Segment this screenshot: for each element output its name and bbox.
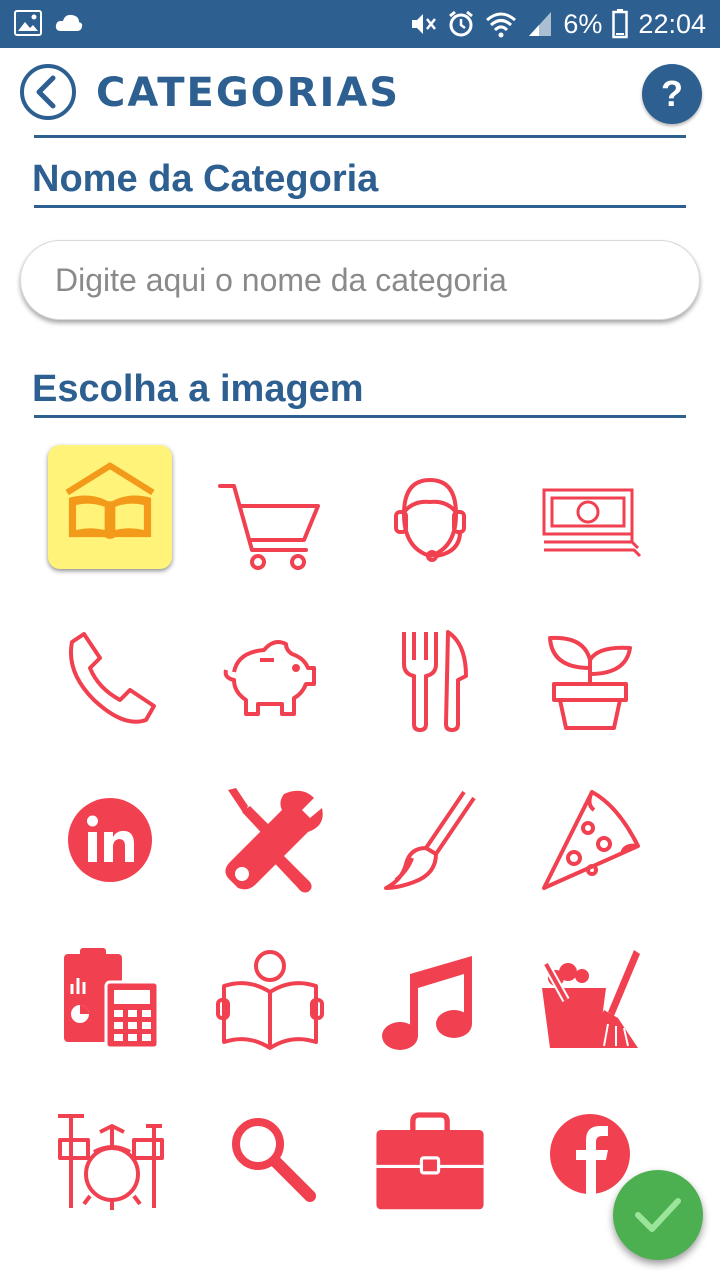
- header-divider: [34, 135, 686, 138]
- shopping-cart-icon: [218, 484, 320, 570]
- category-name-input[interactable]: [20, 240, 700, 320]
- linkedin-icon: [68, 798, 152, 882]
- image-option-house-book[interactable]: [30, 440, 190, 600]
- back-button[interactable]: [18, 62, 78, 122]
- mute-icon: [412, 14, 437, 34]
- battery-percent: 6%: [563, 8, 603, 39]
- confirm-button[interactable]: [613, 1170, 703, 1260]
- alarm-icon: [449, 10, 474, 37]
- status-bar: 6% 22:04: [0, 0, 720, 48]
- image-option-money[interactable]: [510, 440, 670, 600]
- image-option-accounting[interactable]: [30, 920, 190, 1080]
- clock: 22:04: [638, 8, 706, 39]
- choose-image-heading: Escolha a imagem: [32, 368, 364, 410]
- music-note-icon: [382, 956, 472, 1050]
- check-icon: [635, 1198, 681, 1232]
- house-book-icon: [65, 462, 155, 539]
- category-name-heading: Nome da Categoria: [32, 158, 379, 200]
- paint-brush-icon: [384, 790, 476, 890]
- help-button[interactable]: ?: [642, 64, 702, 124]
- drum-kit-icon: [58, 1114, 164, 1210]
- image-option-support[interactable]: [350, 440, 510, 600]
- fork-knife-icon: [402, 630, 468, 732]
- app-header: CATEGORIAS ?: [0, 48, 720, 138]
- image-option-food[interactable]: [350, 600, 510, 760]
- image-option-reading[interactable]: [190, 920, 350, 1080]
- pizza-slice-icon: [542, 790, 640, 890]
- plant-pot-icon: [548, 635, 632, 730]
- image-option-linkedin[interactable]: [30, 760, 190, 920]
- image-option-piggy-bank[interactable]: [190, 600, 350, 760]
- cleaning-bucket-icon: [542, 950, 640, 1048]
- image-option-drums[interactable]: [30, 1080, 190, 1240]
- image-option-cart[interactable]: [190, 440, 350, 600]
- image-option-phone[interactable]: [30, 600, 190, 760]
- cloud-icon: [55, 14, 83, 31]
- image-option-plant[interactable]: [510, 600, 670, 760]
- image-option-tools[interactable]: [190, 760, 350, 920]
- page-title: CATEGORIAS: [96, 70, 401, 116]
- money-bills-icon: [542, 488, 642, 558]
- image-option-pizza[interactable]: [510, 760, 670, 920]
- briefcase-icon: [376, 1112, 484, 1210]
- battery-icon: [612, 9, 629, 39]
- image-option-briefcase[interactable]: [350, 1080, 510, 1240]
- image-option-music[interactable]: [350, 920, 510, 1080]
- signal-icon: [529, 12, 552, 36]
- phone-icon: [69, 632, 156, 724]
- image-option-search[interactable]: [190, 1080, 350, 1240]
- image-option-cleaning[interactable]: [510, 920, 670, 1080]
- back-arrow-icon: [20, 64, 76, 120]
- piggy-bank-icon: [223, 640, 316, 716]
- magnifier-icon: [232, 1118, 316, 1202]
- headset-support-icon: [394, 477, 466, 562]
- gallery-icon: [14, 10, 42, 36]
- image-section-divider: [34, 415, 686, 418]
- tools-icon: [225, 788, 323, 893]
- wifi-icon: [486, 12, 517, 38]
- calculator-chart-icon: [64, 948, 160, 1050]
- name-section-divider: [34, 205, 686, 208]
- reading-person-icon: [216, 950, 324, 1050]
- image-option-paint-brush[interactable]: [350, 760, 510, 920]
